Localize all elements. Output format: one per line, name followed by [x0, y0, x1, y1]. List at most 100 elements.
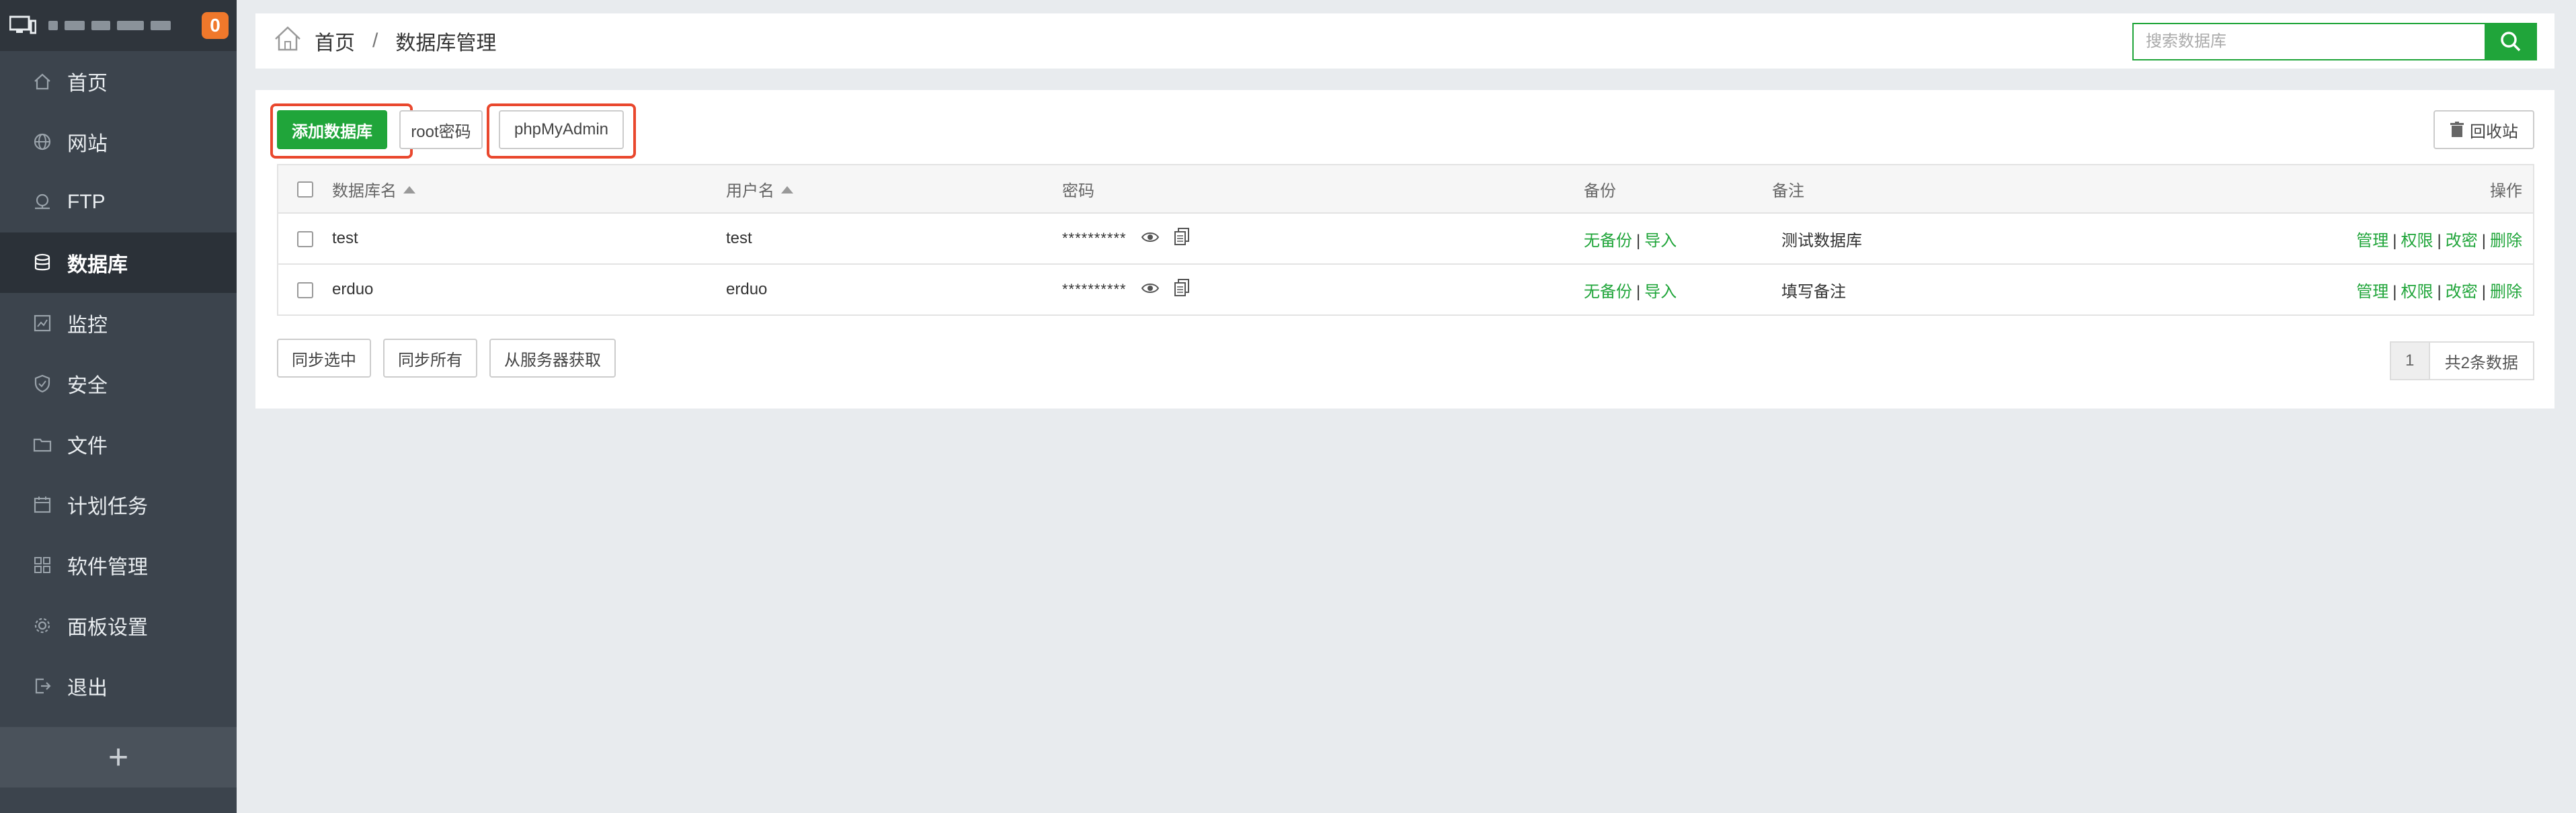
sidebar-item-security[interactable]: 安全 [0, 353, 237, 414]
actions-cell: 管理 | 权限 | 改密 | 删除 [2175, 264, 2534, 316]
search-button[interactable] [2485, 23, 2537, 60]
password-cell: ********** [1062, 264, 1584, 316]
sidebar-item-home[interactable]: 首页 [0, 51, 237, 112]
note-cell[interactable]: 填写备注 [1772, 264, 2175, 316]
sidebar-item-software[interactable]: 软件管理 [0, 535, 237, 595]
sort-asc-icon [781, 185, 793, 194]
change-password-link[interactable]: 改密 [2446, 283, 2478, 301]
sort-asc-icon [403, 185, 415, 194]
permission-link[interactable]: 权限 [2401, 283, 2433, 301]
col-db-name[interactable]: 数据库名 [332, 164, 726, 214]
note-cell[interactable]: 测试数据库 [1772, 213, 2175, 265]
folder-icon [32, 434, 52, 454]
root-password-button[interactable]: root密码 [399, 110, 483, 149]
add-database-button[interactable]: 添加数据库 [277, 110, 387, 149]
sidebar-item-ftp[interactable]: FTP [0, 172, 237, 232]
eye-icon[interactable] [1141, 280, 1160, 299]
select-all-cell [277, 164, 332, 214]
database-icon [32, 253, 52, 273]
home-icon[interactable] [273, 24, 303, 58]
password-cell: ********** [1062, 213, 1584, 265]
row-checkbox[interactable] [297, 230, 313, 247]
server-name-blurred [48, 21, 171, 30]
delete-link[interactable]: 删除 [2490, 283, 2522, 301]
sidebar-item-label: 网站 [67, 133, 108, 155]
sidebar-item-label: 安全 [67, 375, 108, 397]
backup-cell: 无备份 | 导入 [1584, 264, 1772, 316]
total-count: 共2条数据 [2444, 353, 2518, 372]
username-cell: erduo [726, 264, 1062, 316]
table-header-row: 数据库名 用户名 密码 备份 备注 操作 [277, 164, 2534, 214]
sidebar-item-database[interactable]: 数据库 [0, 232, 237, 293]
select-all-checkbox[interactable] [297, 181, 313, 198]
sidebar-item-label: 面板设置 [67, 617, 148, 639]
shield-icon [32, 374, 52, 394]
permission-link[interactable]: 权限 [2401, 232, 2433, 250]
home-icon [32, 71, 52, 91]
col-actions: 操作 [2175, 164, 2534, 214]
manage-link[interactable]: 管理 [2356, 232, 2388, 250]
copy-icon[interactable] [1174, 227, 1189, 250]
sidebar-menu: 首页 网站 FTP 数据库 监控 安全 文件 计划任务 软件管理 面板设置 退出 [0, 51, 237, 716]
backup-status-link[interactable]: 无备份 [1584, 232, 1632, 250]
logout-icon [32, 676, 52, 696]
page-number[interactable]: 1 [2390, 343, 2430, 379]
recycle-bin-button[interactable]: 回收站 [2433, 110, 2534, 149]
monitor-chart-icon [32, 313, 52, 333]
breadcrumb-home[interactable]: 首页 [315, 26, 355, 56]
row-checkbox[interactable] [297, 282, 313, 298]
manage-link[interactable]: 管理 [2356, 283, 2388, 301]
sync-all-button[interactable]: 同步所有 [383, 339, 477, 378]
monitor-icon [9, 15, 37, 36]
import-link[interactable]: 导入 [1644, 232, 1677, 250]
sidebar-header: 0 [0, 0, 237, 51]
search-box [2132, 23, 2537, 60]
table-row: test test ********** 无备份 | 导入 测试数据库 管理 | 权限 |… [277, 213, 2534, 265]
ftp-icon [32, 192, 52, 212]
sidebar-item-label: FTP [67, 191, 106, 213]
sidebar-item-label: 计划任务 [67, 496, 148, 518]
table-row: erduo erduo ********** 无备份 | 导入 填写备注 管理 | 权限… [277, 264, 2534, 316]
sidebar-item-label: 退出 [67, 677, 108, 699]
db-name-cell: test [332, 213, 726, 265]
notification-badge[interactable]: 0 [202, 12, 229, 39]
db-name-cell: erduo [332, 264, 726, 316]
col-password: 密码 [1062, 164, 1584, 214]
sidebar-item-monitor[interactable]: 监控 [0, 293, 237, 353]
sidebar-item-cron[interactable]: 计划任务 [0, 474, 237, 535]
sidebar-add-button[interactable]: + [0, 727, 237, 787]
sidebar-item-label: 文件 [67, 435, 108, 458]
backup-status-link[interactable]: 无备份 [1584, 283, 1632, 301]
database-panel: 添加数据库 root密码 phpMyAdmin 回收站 数据库名 用户名 密码 … [255, 90, 2554, 409]
sidebar: 0 首页 网站 FTP 数据库 监控 安全 文件 计划任务 软件管理 面板设置 … [0, 0, 237, 813]
password-masked: ********** [1062, 229, 1127, 247]
calendar-icon [32, 495, 52, 515]
col-note: 备注 [1772, 164, 2175, 214]
eye-icon[interactable] [1141, 229, 1160, 248]
username-cell: test [726, 213, 1062, 265]
delete-link[interactable]: 删除 [2490, 232, 2522, 250]
sidebar-item-label: 首页 [67, 73, 108, 95]
search-input[interactable] [2132, 23, 2485, 60]
change-password-link[interactable]: 改密 [2446, 232, 2478, 250]
globe-icon [32, 132, 52, 152]
sidebar-item-files[interactable]: 文件 [0, 414, 237, 474]
sidebar-item-label: 软件管理 [67, 556, 148, 579]
backup-cell: 无备份 | 导入 [1584, 213, 1772, 265]
breadcrumb: 首页 / 数据库管理 [273, 24, 496, 58]
copy-icon[interactable] [1174, 278, 1189, 301]
sync-selected-button[interactable]: 同步选中 [277, 339, 371, 378]
import-link[interactable]: 导入 [1644, 283, 1677, 301]
phpmyadmin-button[interactable]: phpMyAdmin [499, 110, 624, 149]
col-username[interactable]: 用户名 [726, 164, 1062, 214]
sidebar-item-settings[interactable]: 面板设置 [0, 595, 237, 656]
recycle-bin-label: 回收站 [2470, 122, 2518, 141]
password-masked: ********** [1062, 280, 1127, 298]
sidebar-item-logout[interactable]: 退出 [0, 656, 237, 716]
fetch-from-server-button[interactable]: 从服务器获取 [489, 339, 616, 378]
database-table: 数据库名 用户名 密码 备份 备注 操作 test test *********… [277, 164, 2534, 316]
gear-icon [32, 615, 52, 636]
sidebar-item-website[interactable]: 网站 [0, 112, 237, 172]
actions-cell: 管理 | 权限 | 改密 | 删除 [2175, 213, 2534, 265]
trash-icon [2450, 122, 2464, 137]
